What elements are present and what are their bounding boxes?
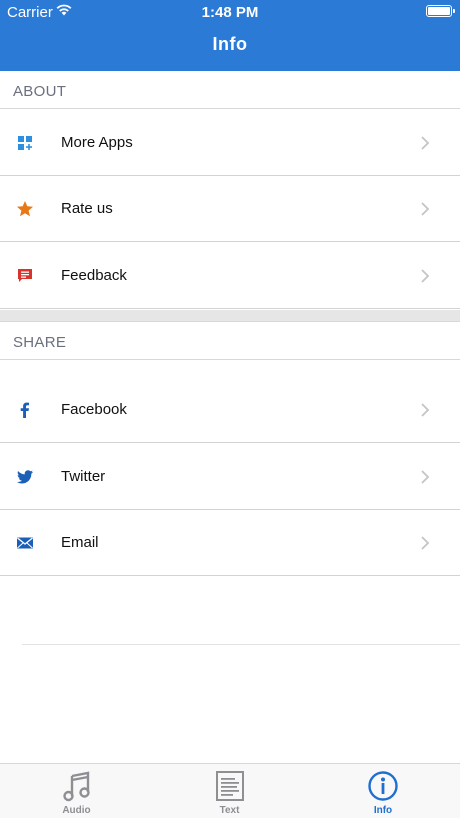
twitter-row[interactable]: Twitter [0, 444, 460, 510]
facebook-row[interactable]: Facebook [0, 377, 460, 443]
twitter-icon [17, 470, 33, 484]
chevron-right-icon [421, 136, 430, 150]
email-row[interactable]: Email [0, 510, 460, 576]
row-label: Email [61, 534, 99, 551]
music-note-icon [62, 771, 90, 802]
tab-audio[interactable]: Audio [0, 764, 153, 819]
section-gap [0, 310, 460, 322]
row-label: Feedback [61, 267, 127, 284]
separator-line [22, 644, 460, 645]
nav-bar: Carrier 1:48 PM Info [0, 0, 460, 71]
info-icon [368, 771, 398, 801]
clock: 1:48 PM [201, 4, 259, 21]
email-icon [17, 537, 33, 549]
document-icon [215, 771, 244, 801]
grid-plus-icon [18, 136, 32, 150]
tab-label: Audio [62, 805, 91, 816]
rate-us-row[interactable]: Rate us [0, 176, 460, 242]
chevron-right-icon [421, 403, 430, 417]
row-label: More Apps [61, 134, 133, 151]
section-header-share: SHARE [0, 322, 460, 360]
more-apps-row[interactable]: More Apps [0, 110, 460, 176]
status-bar: Carrier 1:48 PM [0, 0, 460, 24]
section-title: SHARE [13, 334, 67, 351]
facebook-icon [20, 402, 29, 418]
feedback-icon [18, 269, 32, 282]
chevron-right-icon [421, 269, 430, 283]
section-header-about: ABOUT [0, 71, 460, 109]
row-label: Facebook [61, 401, 127, 418]
chevron-right-icon [421, 536, 430, 550]
tab-info[interactable]: Info [306, 764, 460, 819]
tab-label: Text [219, 805, 240, 816]
tab-text[interactable]: Text [153, 764, 306, 819]
section-title: ABOUT [13, 83, 67, 100]
feedback-row[interactable]: Feedback [0, 243, 460, 309]
page-title: Info [212, 34, 248, 54]
battery-icon [426, 5, 455, 17]
row-label: Twitter [61, 468, 106, 485]
tab-label: Info [373, 805, 393, 816]
chevron-right-icon [421, 202, 430, 216]
tab-bar: Audio Text Info [0, 763, 460, 818]
chevron-right-icon [421, 470, 430, 484]
row-label: Rate us [61, 200, 113, 217]
star-icon [17, 201, 33, 217]
